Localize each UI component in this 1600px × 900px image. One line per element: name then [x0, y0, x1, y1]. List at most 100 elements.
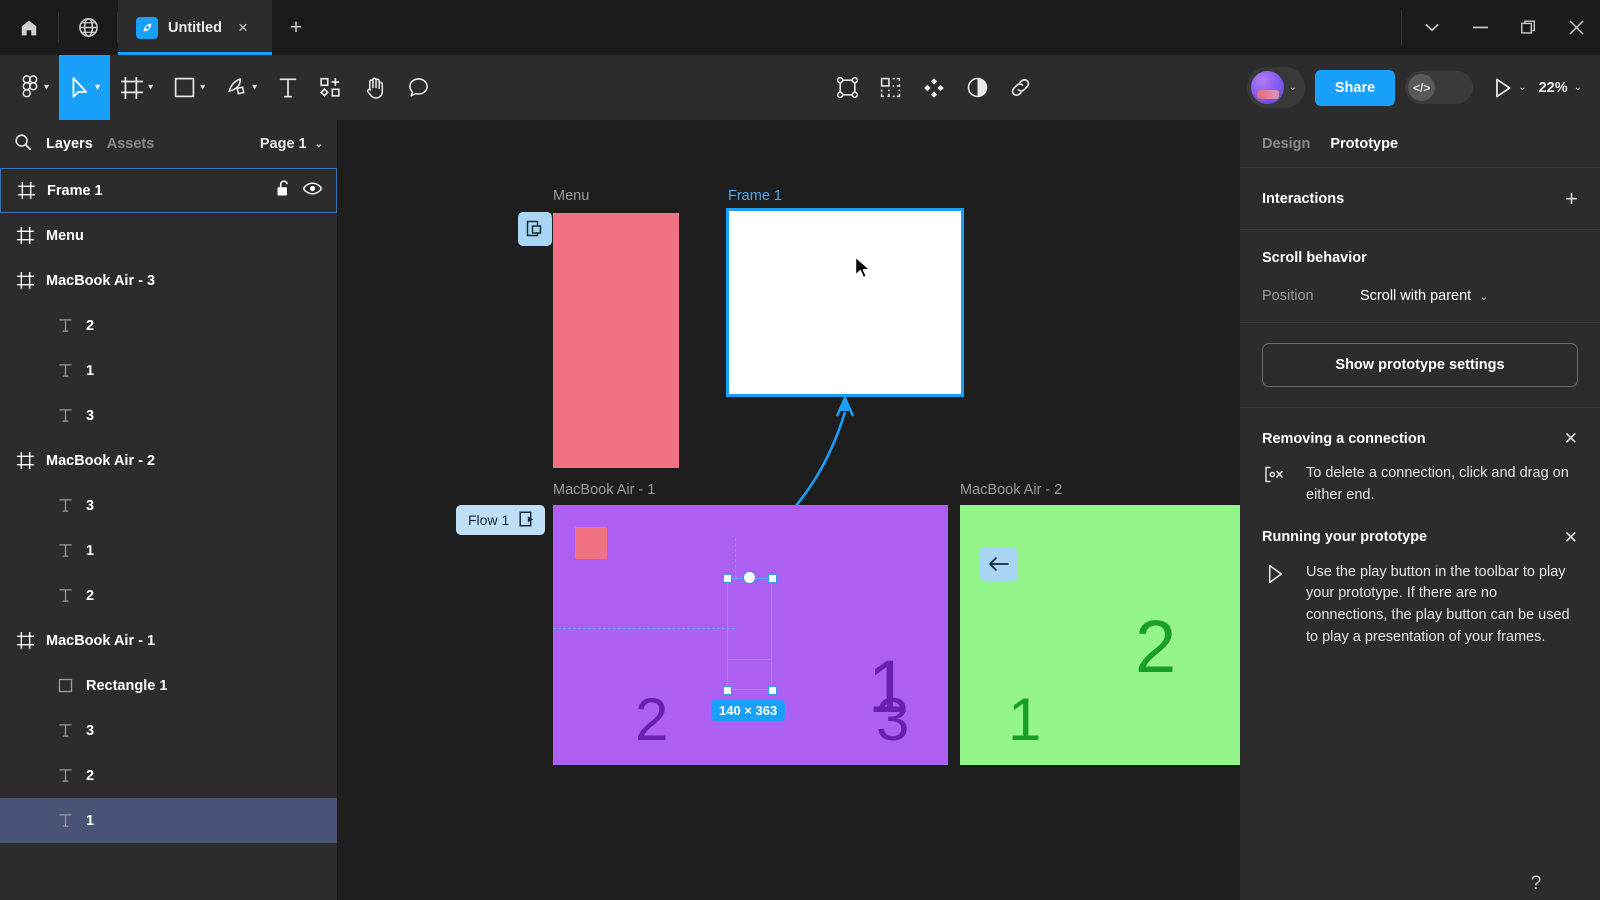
canvas[interactable]: Menu Frame 1 MacBook Air - 1 1 2 3 Flow 1 [338, 120, 1240, 900]
hand-tool-icon[interactable] [353, 55, 397, 120]
close-icon[interactable]: ✕ [1564, 430, 1578, 447]
chevron-down-icon[interactable]: ▾ [200, 82, 205, 93]
figma-menu-icon[interactable]: ▾ [10, 55, 59, 120]
chevron-down-icon[interactable]: ▾ [95, 82, 100, 93]
position-value[interactable]: Scroll with parent [1360, 288, 1471, 304]
layer-row[interactable]: Menu [0, 213, 337, 258]
text-icon [56, 498, 74, 513]
component-icon[interactable] [826, 55, 869, 120]
layer-name: 2 [86, 587, 95, 604]
close-icon[interactable]: ✕ [1564, 529, 1578, 546]
add-interaction-button[interactable]: + [1565, 187, 1578, 210]
frame-icon [16, 452, 34, 469]
page-name: Page 1 [259, 136, 307, 152]
layer-row[interactable]: MacBook Air - 3 [0, 258, 337, 303]
layer-row[interactable]: 2 [0, 753, 337, 798]
restore-icon[interactable] [1504, 0, 1552, 55]
present-button[interactable]: ⌄ [1493, 77, 1527, 99]
dev-mode-toggle[interactable]: </> [1405, 71, 1474, 104]
layer-row[interactable]: 1 [0, 528, 337, 573]
new-tab-button[interactable]: + [272, 0, 320, 55]
window-close-icon[interactable] [1552, 0, 1600, 55]
text-icon [56, 768, 74, 783]
frame-tool-icon[interactable]: ▾ [110, 55, 163, 120]
text-icon [56, 723, 74, 738]
chevron-down-icon[interactable]: ⌄ [1518, 82, 1526, 93]
chevron-down-icon[interactable]: ⌄ [1288, 82, 1296, 93]
resize-handle-top-right[interactable] [768, 574, 777, 583]
chevron-down-icon[interactable]: ▾ [148, 82, 153, 93]
tab-layers[interactable]: Layers [46, 136, 93, 152]
frame-label-mba1[interactable]: MacBook Air - 1 [553, 482, 655, 498]
tab-assets[interactable]: Assets [107, 136, 155, 152]
link-icon[interactable] [999, 55, 1042, 120]
layer-row[interactable]: MacBook Air - 2 [0, 438, 337, 483]
plugins-icon[interactable] [912, 55, 956, 120]
remove-connection-icon [1262, 463, 1288, 507]
flow-badge[interactable]: Flow 1 [456, 505, 546, 535]
frame-macbook-air-2[interactable]: 21 [960, 505, 1240, 765]
layer-row[interactable]: 3 [0, 393, 337, 438]
browser-tab[interactable]: Untitled × [118, 0, 272, 55]
layer-row[interactable]: 2 [0, 303, 337, 348]
lock-icon[interactable] [276, 180, 291, 201]
layer-row[interactable]: 3 [0, 708, 337, 753]
move-tool-icon[interactable]: ▾ [59, 55, 111, 120]
canvas-text-number[interactable]: 2 [1135, 610, 1176, 684]
frame-frame1[interactable] [726, 208, 964, 397]
share-button[interactable]: Share [1314, 69, 1396, 106]
back-arrow-icon[interactable] [980, 547, 1018, 581]
flow-label: Flow 1 [468, 512, 510, 528]
connection-handle[interactable] [743, 571, 756, 584]
rectangle-1[interactable] [575, 527, 607, 559]
comment-tool-icon[interactable] [397, 55, 440, 120]
layer-row[interactable]: Frame 1 [0, 168, 337, 213]
layer-row[interactable]: Rectangle 1 [0, 663, 337, 708]
window-controls [1401, 0, 1600, 55]
page-selector[interactable]: Page 1 ⌄ [260, 136, 323, 152]
frame-menu[interactable] [553, 213, 679, 468]
layer-name: 2 [86, 767, 95, 784]
zoom-control[interactable]: 22% ⌄ [1539, 80, 1582, 96]
resize-handle-top-left[interactable] [723, 574, 732, 583]
resize-handle-bottom-left[interactable] [723, 686, 732, 695]
chevron-down-icon[interactable]: ⌄ [1479, 290, 1488, 303]
interactions-section: Interactions + [1240, 168, 1600, 230]
contrast-icon[interactable] [956, 55, 999, 120]
tab-design[interactable]: Design [1262, 136, 1310, 152]
resize-handle-bottom-right[interactable] [768, 686, 777, 695]
user-avatar-group[interactable]: ⌄ [1247, 67, 1305, 108]
chevron-down-icon[interactable] [1408, 0, 1456, 55]
home-icon[interactable] [0, 0, 58, 55]
chevron-down-icon[interactable]: ▾ [252, 82, 257, 93]
layer-row[interactable]: MacBook Air - 1 [0, 618, 337, 663]
close-icon[interactable]: × [238, 19, 248, 36]
slice-icon[interactable] [869, 55, 912, 120]
layer-row[interactable]: 1 [0, 798, 337, 843]
frame-label-menu[interactable]: Menu [553, 188, 589, 204]
play-flow-icon[interactable] [519, 510, 537, 530]
layer-row[interactable]: 2 [0, 573, 337, 618]
overlay-icon[interactable] [518, 212, 552, 246]
canvas-text-number[interactable]: 2 [635, 690, 668, 750]
shape-tool-icon[interactable]: ▾ [163, 55, 215, 120]
layer-row[interactable]: 1 [0, 348, 337, 393]
canvas-text-number[interactable]: 1 [1008, 690, 1041, 750]
chevron-down-icon[interactable]: ⌄ [1574, 82, 1582, 93]
eye-icon[interactable] [302, 182, 323, 199]
tab-prototype[interactable]: Prototype [1330, 136, 1398, 152]
actions-tool-icon[interactable] [309, 55, 353, 120]
tip-running-prototype: Running your prototype ✕ Use the play bu… [1240, 529, 1600, 649]
canvas-text-number[interactable]: 3 [876, 690, 909, 750]
show-prototype-settings-button[interactable]: Show prototype settings [1262, 343, 1578, 387]
text-tool-icon[interactable] [267, 55, 309, 120]
frame-label-frame1[interactable]: Frame 1 [728, 188, 782, 204]
pen-tool-icon[interactable]: ▾ [215, 55, 267, 120]
layer-row[interactable]: 3 [0, 483, 337, 528]
globe-icon[interactable] [59, 0, 117, 55]
minimize-icon[interactable] [1456, 0, 1504, 55]
frame-label-mba2[interactable]: MacBook Air - 2 [960, 482, 1062, 498]
search-icon[interactable] [14, 133, 32, 156]
chevron-down-icon[interactable]: ▾ [44, 82, 49, 93]
text-icon [56, 318, 74, 333]
